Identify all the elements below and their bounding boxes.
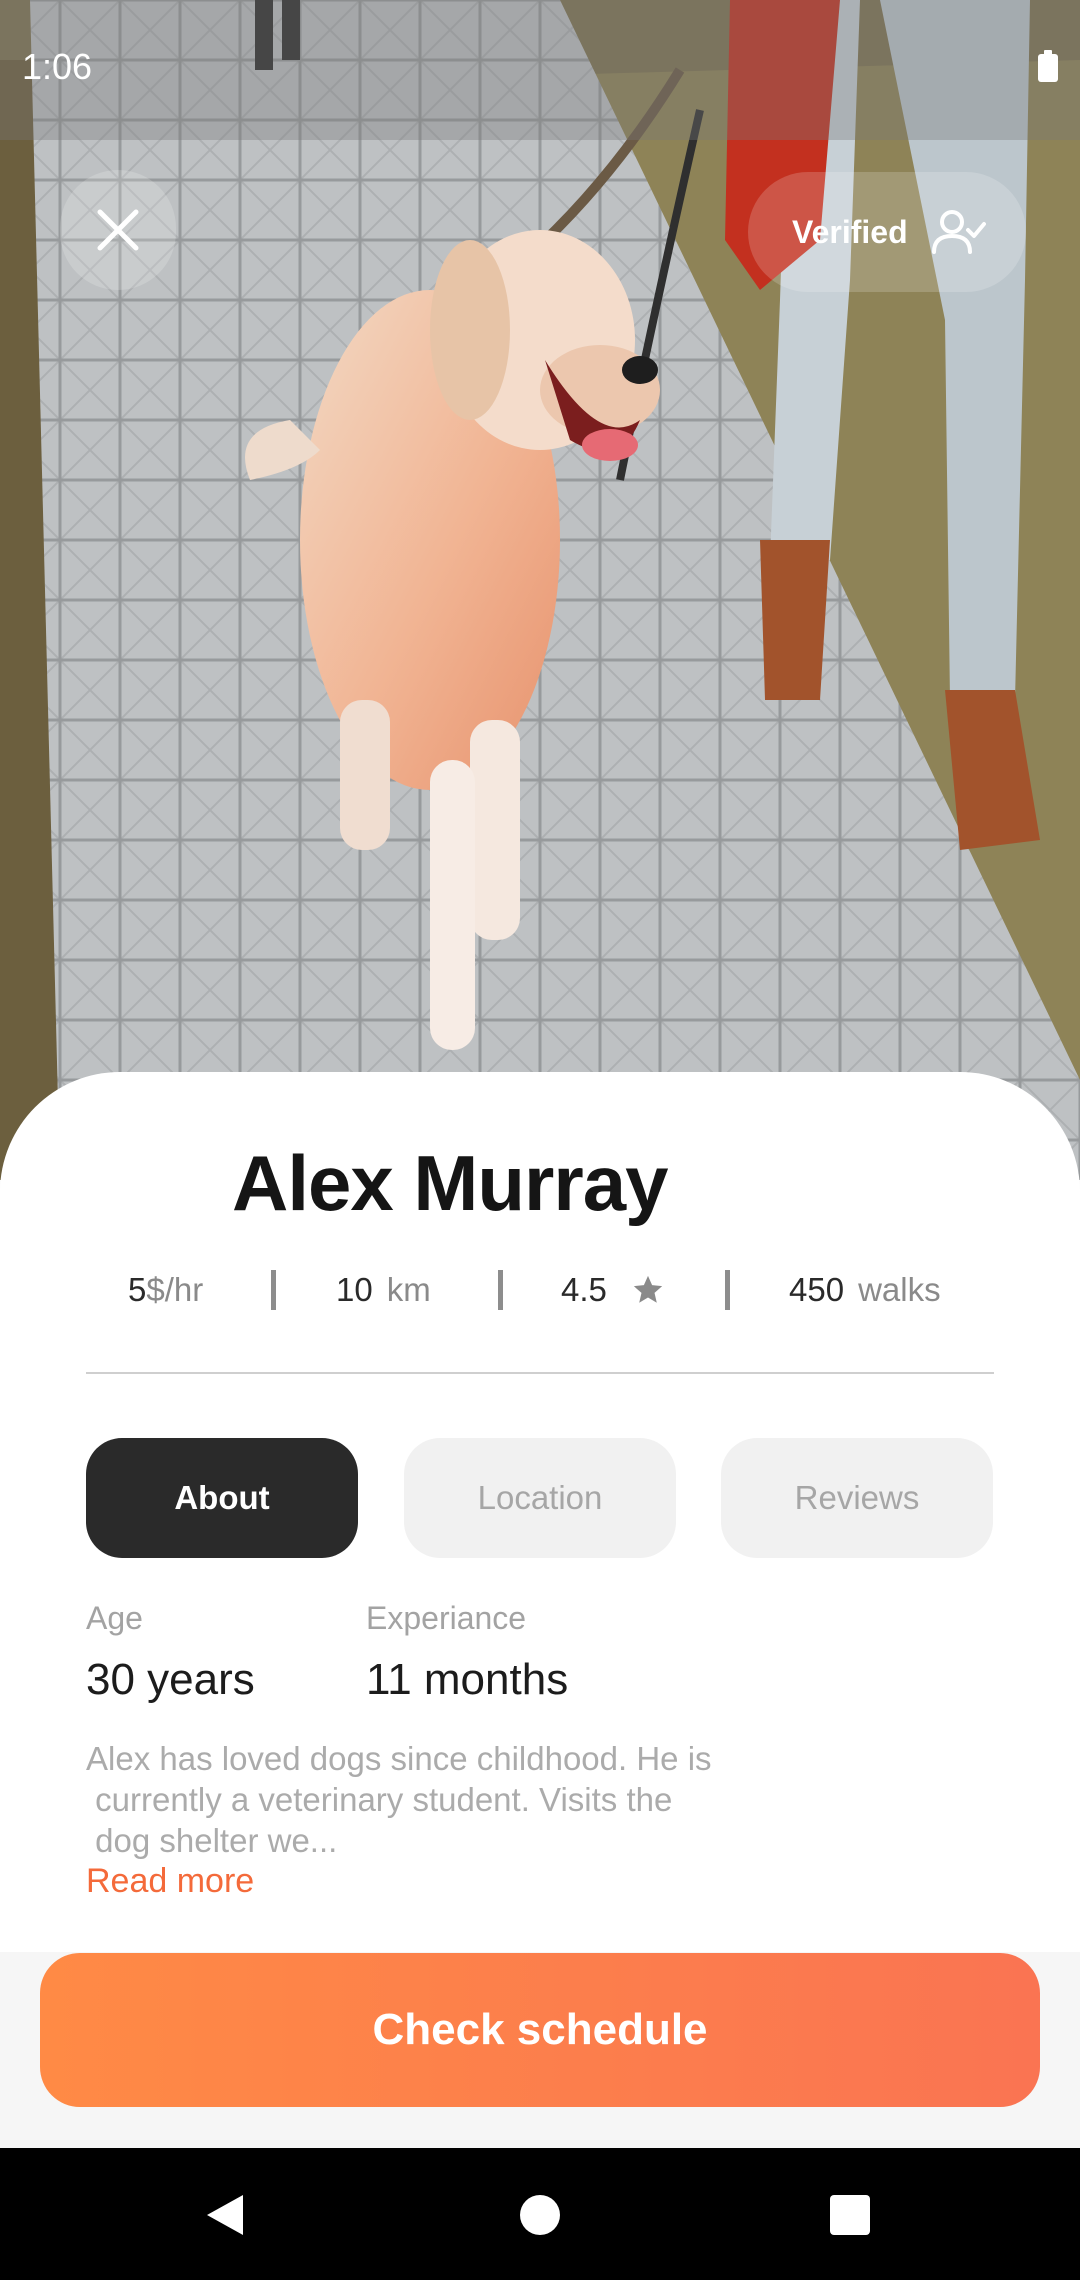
bio-line: currently a veterinary student. Visits t… [86,1781,673,1818]
home-button[interactable] [495,2170,585,2260]
read-more-link[interactable]: Read more [86,1862,254,1901]
tab-about[interactable]: About [86,1438,358,1558]
battery-full-icon [1038,50,1058,82]
stat-separator [271,1270,276,1310]
walker-name: Alex Murray [232,1139,669,1227]
walks-value: 450 [789,1271,845,1308]
bio-line: Alex has loved dogs since childhood. He … [86,1740,712,1777]
stat-rate: 5 $/hr [128,1262,203,1318]
divider [86,1372,994,1374]
star-icon [633,1275,663,1303]
bio-text: Alex has loved dogs since childhood. He … [86,1738,766,1861]
stat-distance: 10 km [336,1262,431,1318]
system-nav-bar [0,2148,1080,2280]
back-button[interactable] [180,2170,270,2260]
tab-location[interactable]: Location [404,1438,676,1558]
rating-value: 4.5 [561,1271,607,1308]
stat-rating: 4.5 [561,1262,665,1318]
verified-label: Verified [792,213,908,250]
bio-line: dog shelter we... [86,1822,338,1859]
age-value: 30 years [86,1655,255,1704]
user-check-icon [931,210,986,254]
walks-unit: walks [858,1271,941,1308]
status-time: 1:06 [22,46,93,87]
stat-separator [498,1270,503,1310]
rate-value: 5 [128,1271,147,1308]
stat-separator [725,1270,730,1310]
close-button[interactable] [60,170,176,290]
distance-value: 10 [336,1271,373,1308]
stats-row: 5 $/hr 10 km 4.5 450 walks [0,1262,1080,1318]
verified-badge: Verified [748,172,1026,292]
check-schedule-button[interactable]: Check schedule [40,1953,1040,2107]
rate-unit: $/hr [146,1271,204,1308]
home-circle-icon [520,2195,560,2235]
tab-reviews[interactable]: Reviews [721,1438,993,1558]
back-triangle-icon [207,2195,243,2235]
experience-label: Experiance [366,1600,527,1636]
distance-unit: km [386,1271,431,1308]
age-label: Age [86,1600,143,1636]
close-icon [97,209,139,251]
recents-button[interactable] [805,2170,895,2260]
stat-walks: 450 walks [789,1262,941,1318]
status-bar: 1:06 [0,0,1080,140]
experience-value: 11 months [366,1655,569,1704]
recents-square-icon [830,2195,870,2235]
